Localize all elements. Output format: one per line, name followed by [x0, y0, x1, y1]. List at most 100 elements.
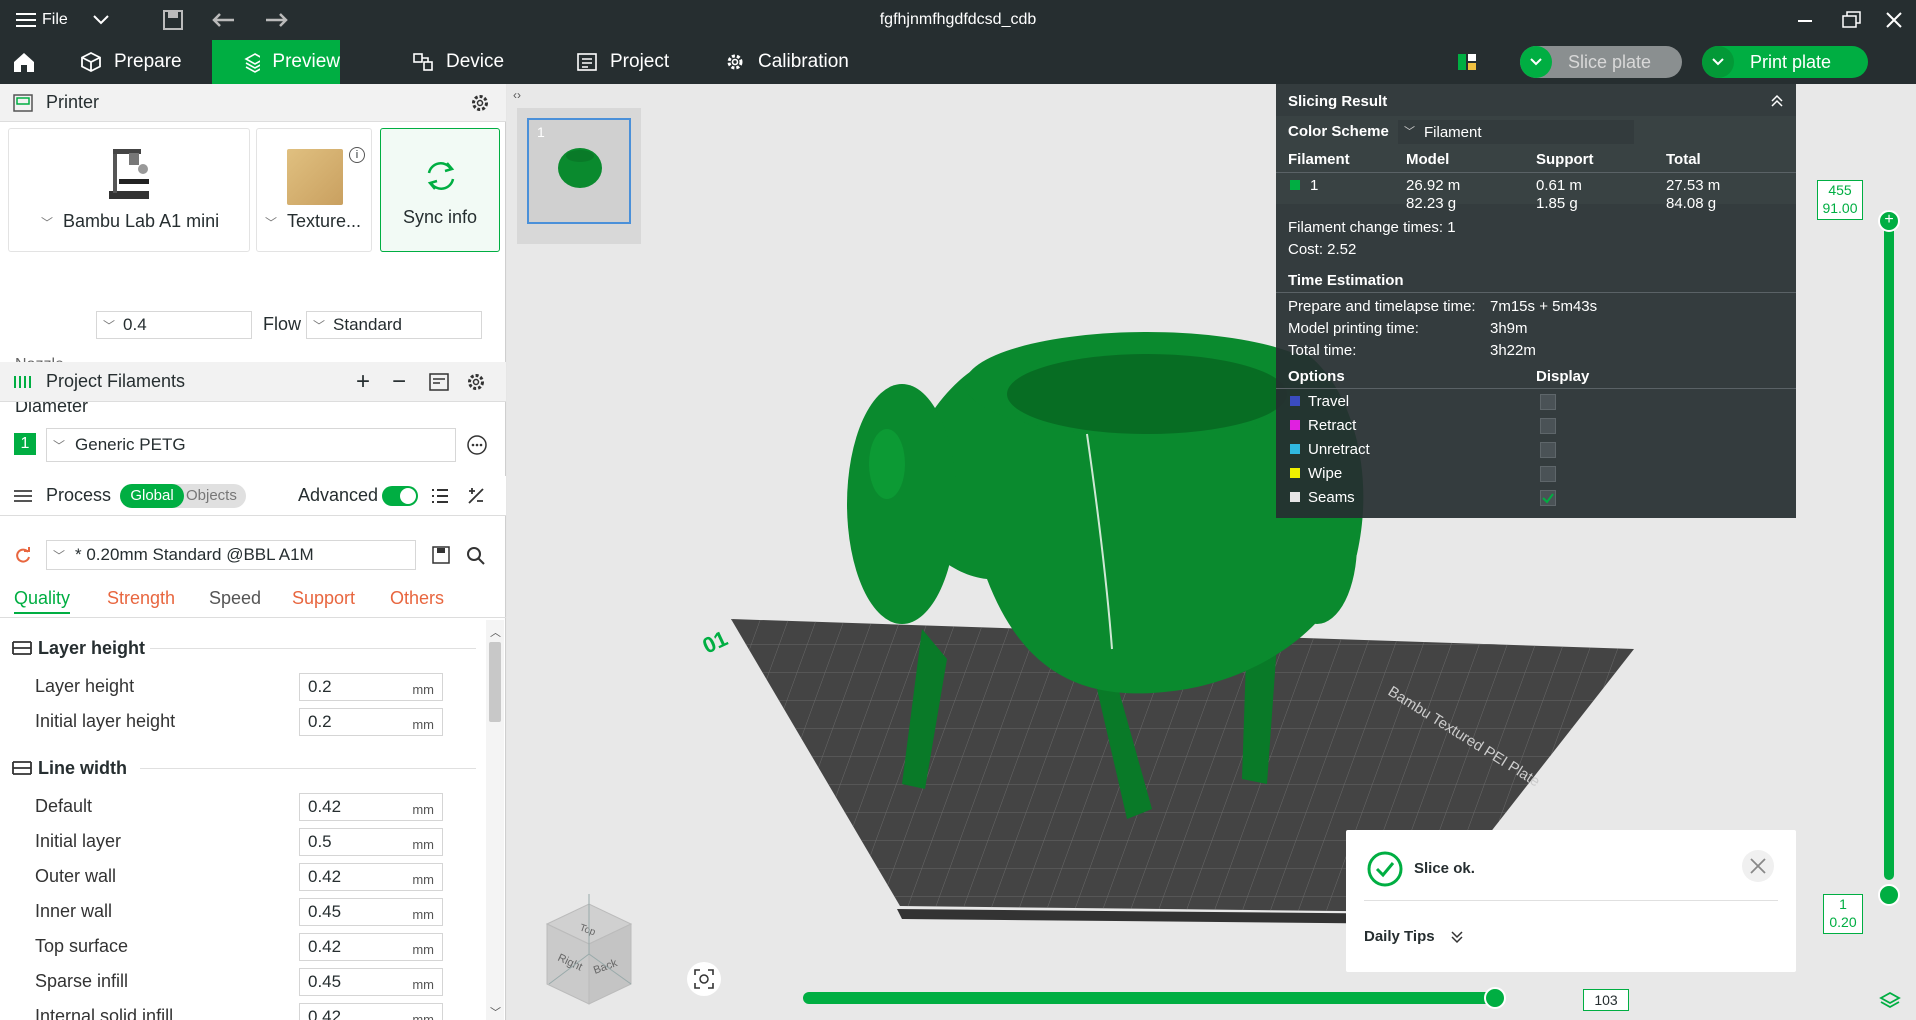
tab-support[interactable]: Support: [292, 588, 355, 609]
travel-color-swatch: [1290, 396, 1300, 406]
layer-height-input[interactable]: 0.2 mm: [299, 673, 443, 701]
travel-display-checkbox[interactable]: [1540, 394, 1556, 410]
remove-filament-button[interactable]: −: [392, 368, 406, 396]
hamburger-icon: [16, 13, 36, 27]
travel-option-label: Travel: [1308, 393, 1350, 410]
sync-info-label: Sync info: [403, 207, 478, 227]
top-surface-width-input[interactable]: 0.42 mm: [299, 933, 443, 961]
daily-tips-link[interactable]: Daily Tips: [1364, 928, 1435, 945]
chevron-down-icon: ﹀: [53, 548, 66, 563]
horizontal-move-slider[interactable]: [803, 992, 1493, 1004]
process-preset-select[interactable]: ﹀ * 0.20mm Standard @BBL A1M: [46, 540, 416, 570]
view-cube[interactable]: Top Right Back: [527, 864, 647, 1014]
compare-icon[interactable]: [466, 486, 486, 506]
tab-speed[interactable]: Speed: [209, 588, 261, 609]
seams-display-checkbox[interactable]: [1540, 490, 1556, 506]
internal-solid-infill-width-input[interactable]: 0.42 mm: [299, 1003, 443, 1020]
retract-display-checkbox[interactable]: [1540, 418, 1556, 434]
plate-type-card[interactable]: i ﹀ Texture...: [256, 128, 372, 252]
scroll-down-icon[interactable]: ﹀: [490, 1004, 501, 1020]
print-plate-button[interactable]: Print plate: [1702, 46, 1868, 78]
nozzle-diameter-select[interactable]: ﹀ 0.4: [96, 311, 252, 339]
tab-quality[interactable]: Quality: [14, 588, 71, 614]
outer-wall-width-input[interactable]: 0.42 mm: [299, 863, 443, 891]
flow-label: Flow: [263, 314, 302, 334]
check-circle-icon: [1367, 851, 1403, 887]
printer-icon: [13, 93, 33, 112]
tab-project-label: Project: [610, 51, 670, 72]
settings-scrollbar[interactable]: ︿ ﹀: [486, 620, 504, 1020]
info-icon[interactable]: i: [349, 147, 365, 163]
top-surface-width-value: 0.42: [308, 937, 342, 956]
more-options-icon[interactable]: [466, 434, 488, 456]
printer-thumbnail: [109, 149, 149, 199]
layer-range-slider[interactable]: [1884, 210, 1894, 880]
process-section-header: Process Global Objects Advanced: [0, 476, 506, 516]
bottom-layer-handle[interactable]: [1878, 884, 1900, 906]
color-scheme-select[interactable]: ﹀ Filament: [1398, 120, 1634, 144]
home-button[interactable]: [0, 40, 48, 84]
print-dropdown-toggle[interactable]: [1702, 46, 1734, 78]
filament-settings-icon[interactable]: [466, 372, 486, 392]
slice-plate-label: Slice plate: [1568, 51, 1652, 72]
inner-wall-width-input[interactable]: 0.45 mm: [299, 898, 443, 926]
initial-layer-height-input[interactable]: 0.2 mm: [299, 708, 443, 736]
close-window-button[interactable]: [1886, 0, 1902, 40]
flow-select[interactable]: ﹀ Standard: [306, 311, 482, 339]
redo-icon: [266, 13, 288, 27]
sparse-infill-width-input[interactable]: 0.45 mm: [299, 968, 443, 996]
tab-project[interactable]: Project: [560, 40, 700, 84]
filament-name: Generic PETG: [75, 435, 186, 454]
top-layer-handle[interactable]: +: [1878, 210, 1900, 232]
filament-sync-icon[interactable]: [428, 372, 450, 392]
tab-device-label: Device: [446, 51, 505, 72]
minimize-button[interactable]: [1798, 0, 1814, 40]
unretract-color-swatch: [1290, 444, 1300, 454]
tab-device[interactable]: Device: [396, 40, 536, 84]
tab-calibration[interactable]: Calibration: [708, 40, 878, 84]
initial-layer-width-input[interactable]: 0.5 mm: [299, 828, 443, 856]
wipe-display-checkbox[interactable]: [1540, 466, 1556, 482]
unretract-display-checkbox[interactable]: [1540, 442, 1556, 458]
save-preset-icon[interactable]: [432, 546, 450, 564]
slice-dropdown-toggle[interactable]: [1520, 46, 1552, 78]
tab-others[interactable]: Others: [390, 588, 444, 609]
save-button[interactable]: [162, 0, 184, 40]
objects-option[interactable]: Objects: [186, 487, 237, 504]
double-chevron-down-icon[interactable]: [1450, 930, 1464, 944]
advanced-toggle[interactable]: [382, 485, 418, 506]
search-icon[interactable]: [466, 546, 486, 566]
reset-view-button[interactable]: [687, 962, 721, 996]
notification-divider: [1364, 900, 1778, 901]
scrollbar-thumb[interactable]: [489, 642, 501, 722]
global-option[interactable]: Global: [120, 483, 184, 508]
close-notification-button[interactable]: [1742, 850, 1774, 882]
filament-select[interactable]: ﹀ Generic PETG: [46, 428, 456, 462]
horizontal-slider-handle[interactable]: [1484, 987, 1506, 1009]
add-filament-button[interactable]: +: [356, 368, 370, 396]
sync-info-button[interactable]: Sync info: [380, 128, 500, 252]
collapse-panel-icon[interactable]: [1770, 94, 1784, 108]
default-width-input[interactable]: 0.42 mm: [299, 793, 443, 821]
file-dropdown-button[interactable]: [92, 0, 110, 40]
file-menu-label: File: [42, 11, 68, 28]
printer-select-card[interactable]: ﹀ Bambu Lab A1 mini: [8, 128, 250, 252]
tab-strength[interactable]: Strength: [107, 588, 175, 609]
gear-icon: [727, 54, 743, 70]
multi-plate-view-button[interactable]: [1444, 40, 1484, 84]
list-icon[interactable]: [430, 487, 450, 505]
printer-settings-icon[interactable]: [470, 93, 490, 113]
scroll-up-icon[interactable]: ︿: [490, 624, 501, 640]
reset-icon[interactable]: [14, 546, 32, 564]
restore-button[interactable]: [1842, 0, 1862, 40]
redo-button[interactable]: [264, 0, 288, 40]
undo-button[interactable]: [212, 0, 236, 40]
filament-slot-badge[interactable]: 1: [14, 433, 36, 455]
tab-prepare[interactable]: Prepare: [64, 40, 214, 84]
process-tabs: Quality Strength Speed Support Others: [0, 584, 506, 618]
chevron-down-icon: [93, 15, 109, 25]
menu-button[interactable]: File: [16, 0, 68, 40]
slice-plate-button[interactable]: Slice plate: [1520, 46, 1682, 78]
layers-legend-icon[interactable]: [1879, 990, 1901, 1012]
tab-preview[interactable]: Preview: [212, 40, 340, 84]
